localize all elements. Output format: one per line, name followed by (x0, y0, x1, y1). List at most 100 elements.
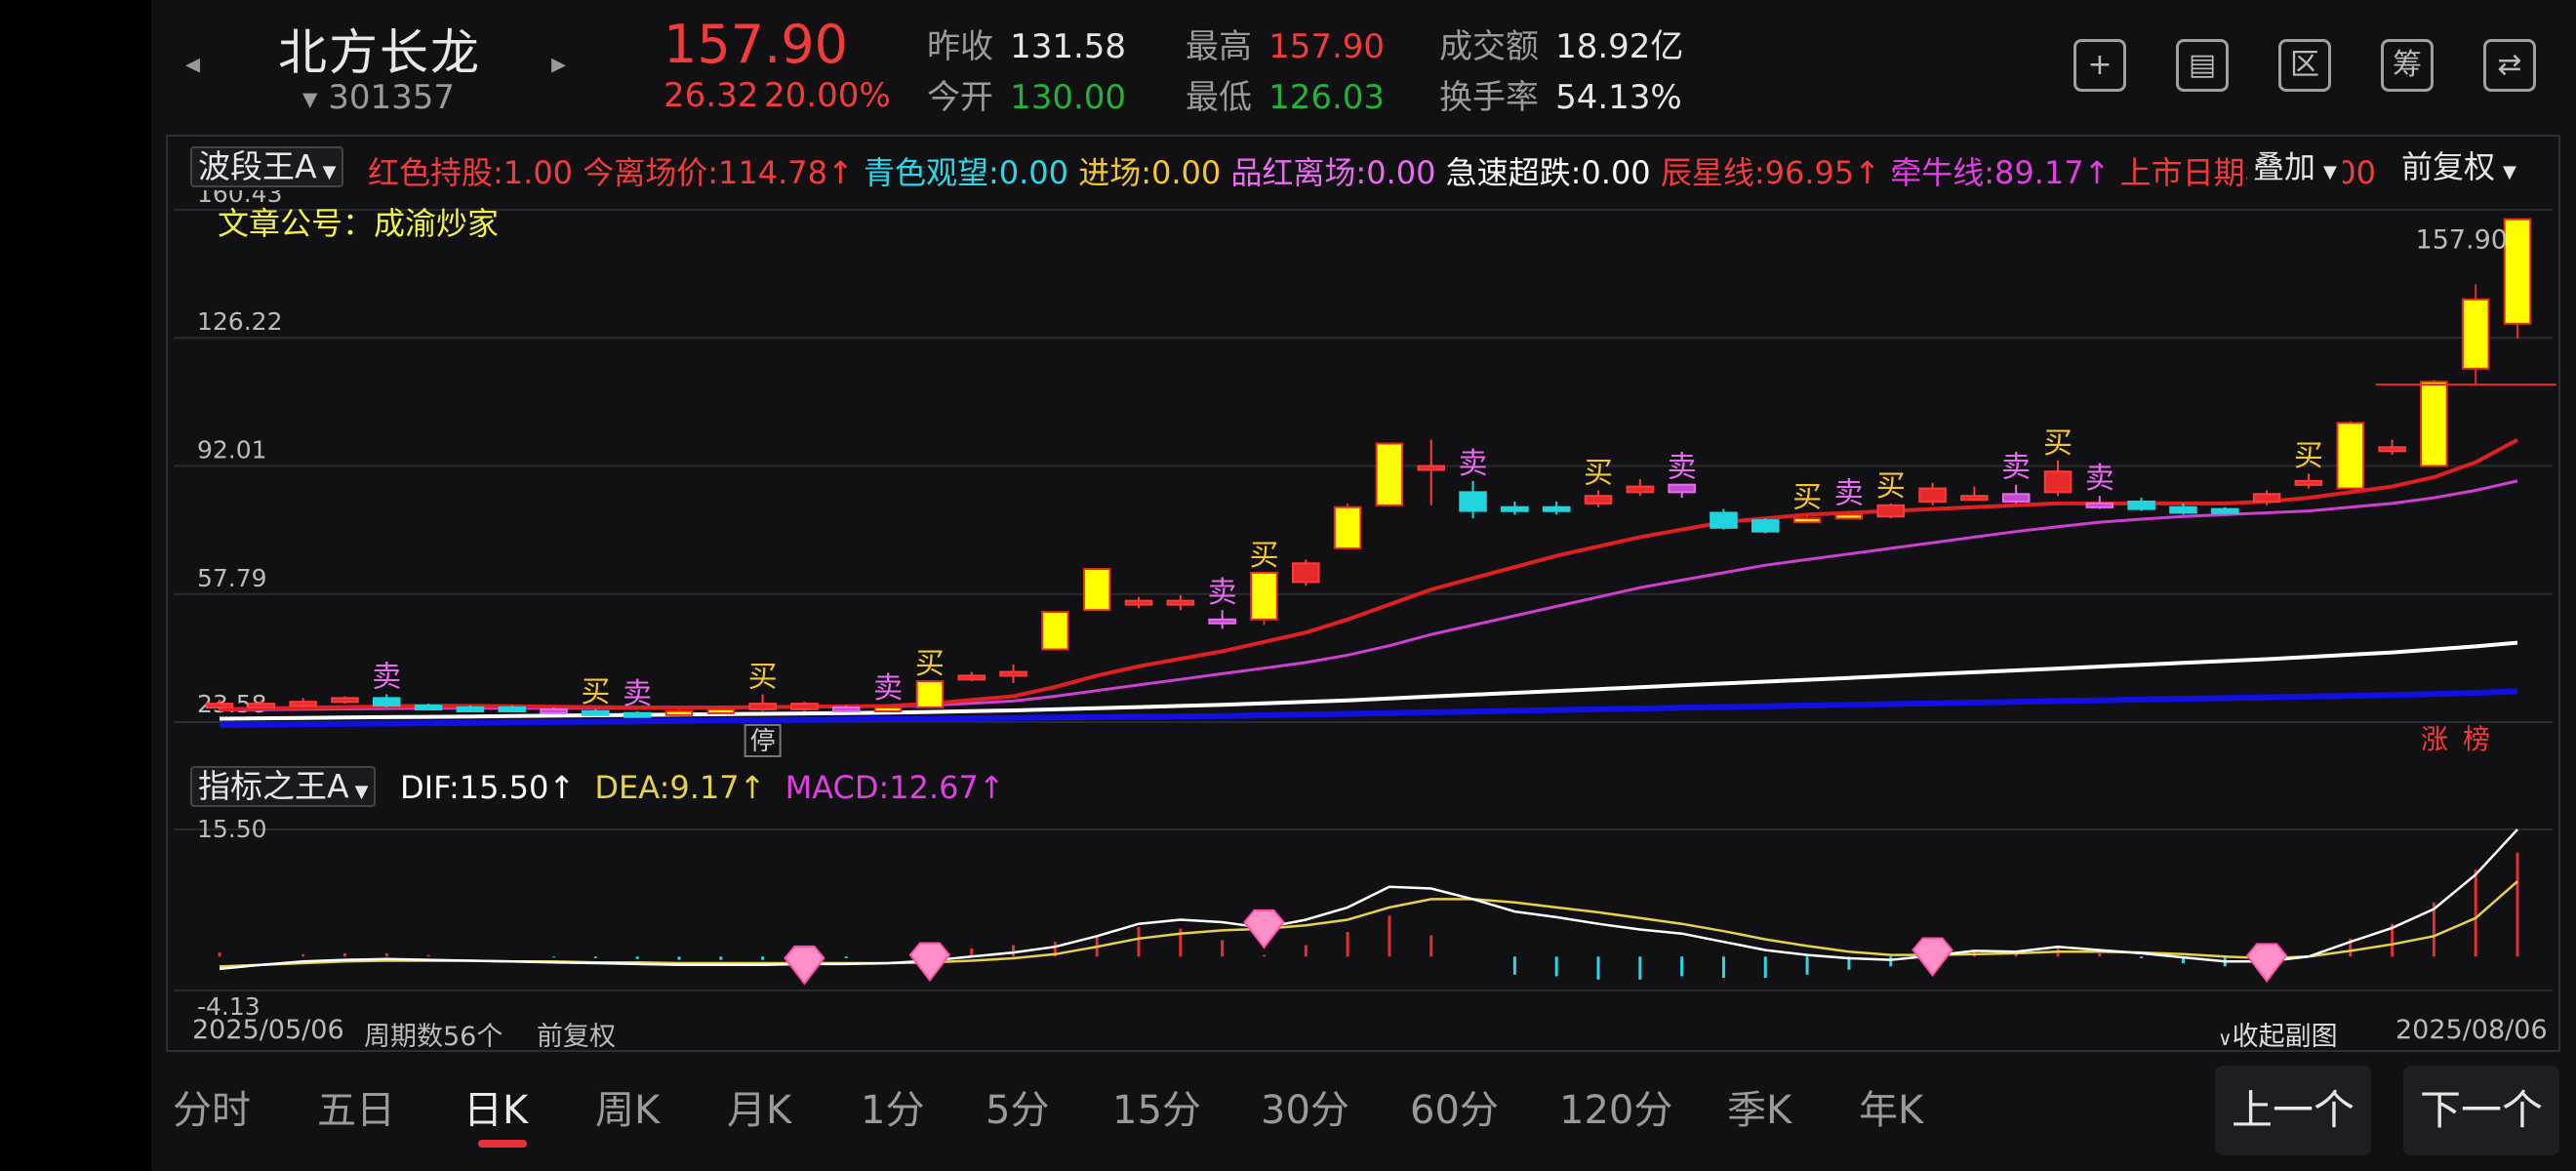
dea-value: DEA:9.17↑ (594, 769, 766, 806)
diamond-icon (908, 942, 951, 983)
candle (831, 706, 861, 712)
tab-30min[interactable]: 30分 (1261, 1078, 1349, 1135)
candle (456, 706, 485, 712)
tab-60min[interactable]: 60分 (1410, 1078, 1499, 1135)
tab-daily-k[interactable]: 日K (463, 1078, 528, 1135)
tab-1min[interactable]: 1分 (861, 1078, 924, 1135)
candle (2252, 493, 2281, 503)
quote-value: 54.13% (1555, 78, 1682, 117)
quote-label: 最高 (1186, 27, 1252, 66)
macd-chart[interactable]: 15.50-4.13 (166, 810, 2560, 1023)
footer-adjust: 前复权 (537, 1022, 616, 1052)
candle (1041, 611, 1069, 651)
rotate-screen-button[interactable]: ⇄ (2483, 39, 2536, 92)
tab-intraday[interactable]: 分时 (173, 1078, 251, 1135)
candle (582, 709, 610, 716)
candle (1124, 599, 1153, 606)
candle (1710, 511, 1738, 529)
tab-15min[interactable]: 15分 (1112, 1078, 1201, 1135)
quote-value: 157.90 (1268, 27, 1386, 66)
adjust-label: 前复权 (2401, 148, 2496, 185)
signal-mark: 卖 (873, 671, 903, 706)
candle (1208, 618, 1236, 625)
tab-120min[interactable]: 120分 (1559, 1078, 1672, 1135)
signal-mark: 卖 (1459, 447, 1488, 481)
tab-five-day[interactable]: 五日 (317, 1078, 395, 1135)
indicator-name: 指标之王A (198, 767, 349, 805)
range-icon: 区 (2290, 48, 2319, 82)
stock-code-group[interactable]: ▼ 301357 (302, 78, 455, 117)
candle (1166, 599, 1195, 606)
signal-mark: 卖 (1208, 576, 1237, 610)
signal-mark: 买 (581, 675, 610, 709)
candle (2294, 479, 2323, 486)
tab-yearly-k[interactable]: 年K (1859, 1078, 1923, 1135)
signal-mark: 买 (915, 647, 945, 681)
tab-weekly-k[interactable]: 周K (595, 1078, 660, 1135)
chevron-down-icon: ▼ (2503, 162, 2516, 182)
candle (414, 705, 443, 711)
candle (498, 706, 527, 712)
candle (2001, 493, 2031, 503)
candle (2169, 505, 2197, 514)
candle (706, 707, 736, 714)
candle (664, 709, 694, 716)
signal-mark: 买 (1792, 480, 1822, 514)
candle (1333, 505, 1362, 549)
overlay-dropdown[interactable]: 叠加 ▼ (2247, 146, 2343, 187)
main-kline-chart[interactable]: 23.5857.7992.01126.22160.43卖买卖买卖买卖买卖买卖买卖… (166, 190, 2560, 761)
indicator-value: 进场:0.00 (1078, 154, 1222, 191)
candle (873, 706, 903, 712)
adjust-dropdown[interactable]: 前复权 ▼ (2395, 146, 2522, 187)
signal-mark: 卖 (1834, 477, 1864, 511)
quote-value: 18.92亿 (1555, 27, 1684, 66)
diamond-icon (1243, 909, 1285, 949)
quote-high: 最高 157.90 (1186, 20, 1385, 67)
candle (748, 703, 777, 710)
candle (1876, 504, 1906, 518)
screen-button[interactable]: ▤ (2176, 39, 2229, 92)
add-watchlist-button[interactable]: + (2073, 39, 2126, 92)
ma-line-red (219, 437, 2518, 711)
collapse-subchart-button[interactable]: ∨收起副图 (2218, 1015, 2338, 1053)
rank-label: 榜 (2463, 723, 2490, 755)
signal-mark: 卖 (2001, 451, 2031, 485)
candle (1542, 505, 1571, 512)
sub-indicator-selector[interactable]: 指标之王A ▼ (190, 766, 377, 807)
quote-label: 最低 (1186, 78, 1252, 117)
dropdown-icon: ▼ (302, 87, 318, 111)
indicator-value: 今离场价:114.78↑ (583, 154, 854, 191)
quote-value: 126.03 (1268, 78, 1386, 117)
diamond-icon (784, 945, 825, 986)
candle (1626, 485, 1655, 494)
quote-prev-close: 昨收 131.58 (927, 20, 1126, 67)
next-stock-arrow[interactable]: ▸ (551, 47, 566, 81)
tab-quarterly-k[interactable]: 季K (1727, 1078, 1791, 1135)
device-icon: ⇄ (2497, 48, 2522, 82)
watermark-text: 文章公号：成渝炒家 (218, 205, 500, 242)
tab-monthly-k[interactable]: 月K (727, 1078, 791, 1135)
dif-line (219, 828, 2518, 971)
price-axis-label: 126.22 (197, 307, 282, 336)
candle (540, 707, 568, 714)
quote-label: 换手率 (1439, 78, 1539, 117)
candle (1291, 562, 1320, 584)
range-button[interactable]: 区 (2278, 39, 2331, 92)
quote-label: 成交额 (1439, 27, 1539, 66)
candle (1668, 483, 1696, 494)
candle (247, 703, 276, 709)
prev-button[interactable]: 上一个 (2215, 1066, 2371, 1155)
prev-stock-arrow[interactable]: ◂ (185, 47, 200, 81)
main-indicator-selector[interactable]: 波段王A ▼ (190, 146, 344, 187)
indicator-value: 品红离场:0.00 (1230, 154, 1436, 191)
indicator-value: 红色持股:1.00 (368, 154, 574, 191)
candle (623, 711, 652, 718)
next-button[interactable]: 下一个 (2403, 1066, 2559, 1155)
price-axis-label: 57.79 (197, 564, 267, 592)
start-date: 2025/05/06 (192, 1015, 344, 1045)
diamond-icon (2245, 943, 2288, 983)
candle (205, 703, 234, 709)
chips-button[interactable]: 筹 (2381, 39, 2434, 92)
price-change-pct: 20.00% (764, 76, 891, 115)
tab-5min[interactable]: 5分 (986, 1078, 1049, 1135)
